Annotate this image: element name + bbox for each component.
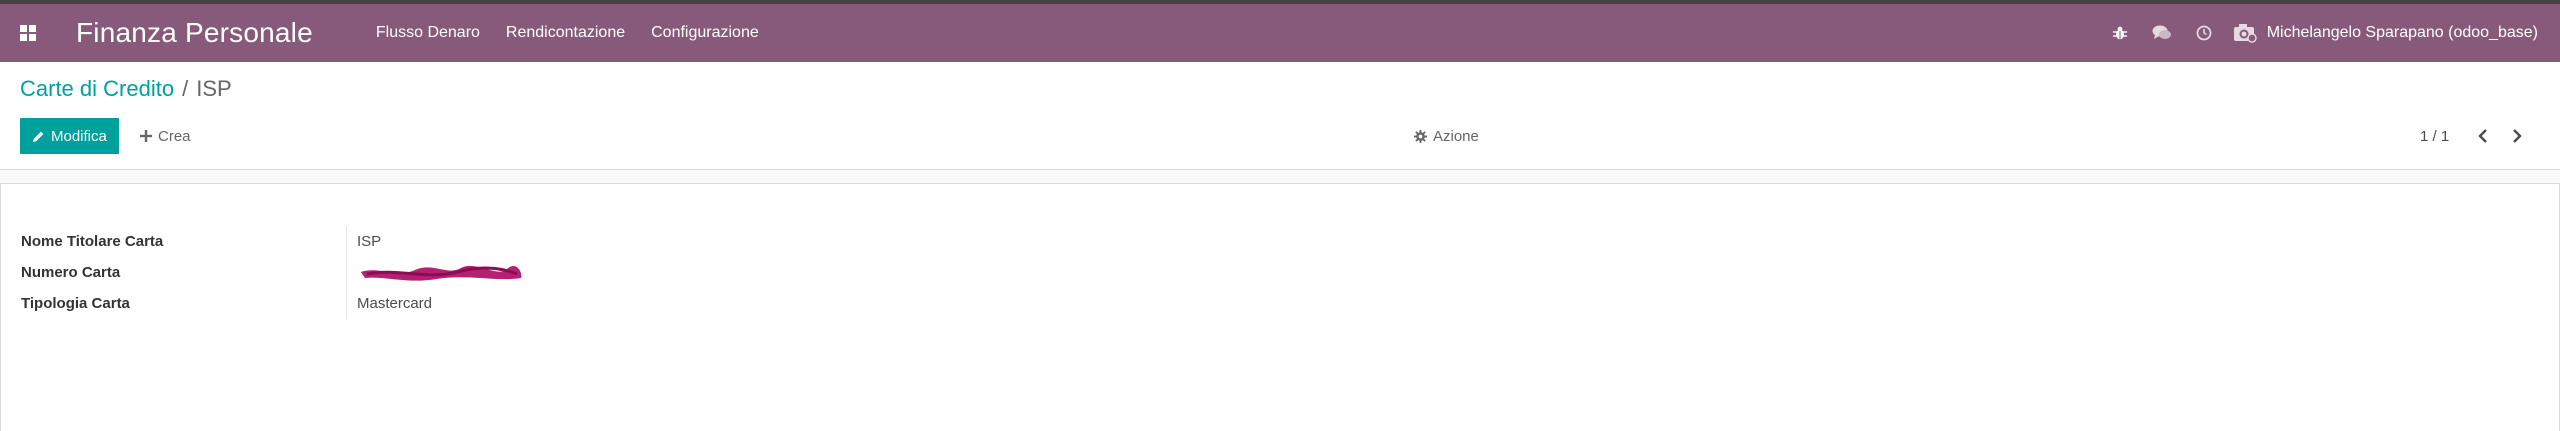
apps-grid-icon [20,25,36,41]
main-navbar: Finanza Personale Flusso Denaro Rendicon… [0,0,2560,62]
activities-button[interactable] [2183,4,2225,62]
edit-button-label: Modifica [51,127,107,145]
action-dropdown[interactable]: Azione [1414,118,1479,154]
menu-item-flusso-denaro[interactable]: Flusso Denaro [363,24,493,42]
menu-item-rendicontazione[interactable]: Rendicontazione [493,24,638,42]
field-row-numero-carta: Numero Carta [21,257,527,288]
pager-nav [2473,118,2527,154]
gear-icon [1414,129,1427,143]
redaction-scribble [361,265,522,281]
menu-item-configurazione[interactable]: Configurazione [638,24,772,42]
field-label-nome-titolare: Nome Titolare Carta [21,233,164,250]
edit-button[interactable]: Modifica [20,118,119,154]
breadcrumb-parent-link[interactable]: Carte di Credito [20,76,174,102]
form-background [0,170,2560,184]
chevron-right-icon [2513,129,2522,143]
messages-button[interactable] [2141,4,2183,62]
user-menu[interactable]: Michelangelo Sparapano (odoo_base) [2233,23,2538,43]
chat-bubbles-icon [2152,25,2171,39]
camera-icon [2233,24,2257,43]
pencil-icon [33,131,44,142]
create-button[interactable]: Crea [140,118,191,154]
user-name-label: Michelangelo Sparapano (odoo_base) [2266,24,2538,41]
form-fields: Nome Titolare Carta ISP Numero Carta Tip… [21,226,527,319]
plus-icon [140,130,152,142]
field-value-tipologia-carta: Mastercard [346,288,432,319]
field-value-nome-titolare: ISP [346,226,381,257]
breadcrumb-current: ISP [196,76,232,101]
pager-value[interactable]: 1 / 1 [2420,128,2449,145]
action-label: Azione [1433,127,1479,145]
field-value-numero-carta [346,257,527,288]
app-brand-title[interactable]: Finanza Personale [76,17,313,49]
pager-next-button[interactable] [2507,118,2527,154]
form-sheet: Nome Titolare Carta ISP Numero Carta Tip… [0,183,2560,431]
breadcrumb: Carte di Credito / ISP [20,76,232,102]
pager-previous-button[interactable] [2473,118,2493,154]
pager: 1 / 1 [2420,118,2527,154]
field-row-nome-titolare: Nome Titolare Carta ISP [21,226,527,257]
field-label-numero-carta: Numero Carta [21,264,121,281]
field-row-tipologia-carta: Tipologia Carta Mastercard [21,288,527,319]
control-panel: Carte di Credito / ISP Modifica Crea Azi… [0,62,2560,170]
apps-menu-button[interactable] [0,4,56,62]
field-label-tipologia-carta: Tipologia Carta [21,295,130,312]
create-button-label: Crea [158,127,191,145]
bug-icon [2112,26,2127,40]
chevron-left-icon [2478,129,2488,143]
top-menu: Flusso Denaro Rendicontazione Configuraz… [363,24,772,42]
clock-icon [2196,25,2212,41]
breadcrumb-separator: / [182,76,189,101]
debug-button[interactable] [2099,4,2141,62]
